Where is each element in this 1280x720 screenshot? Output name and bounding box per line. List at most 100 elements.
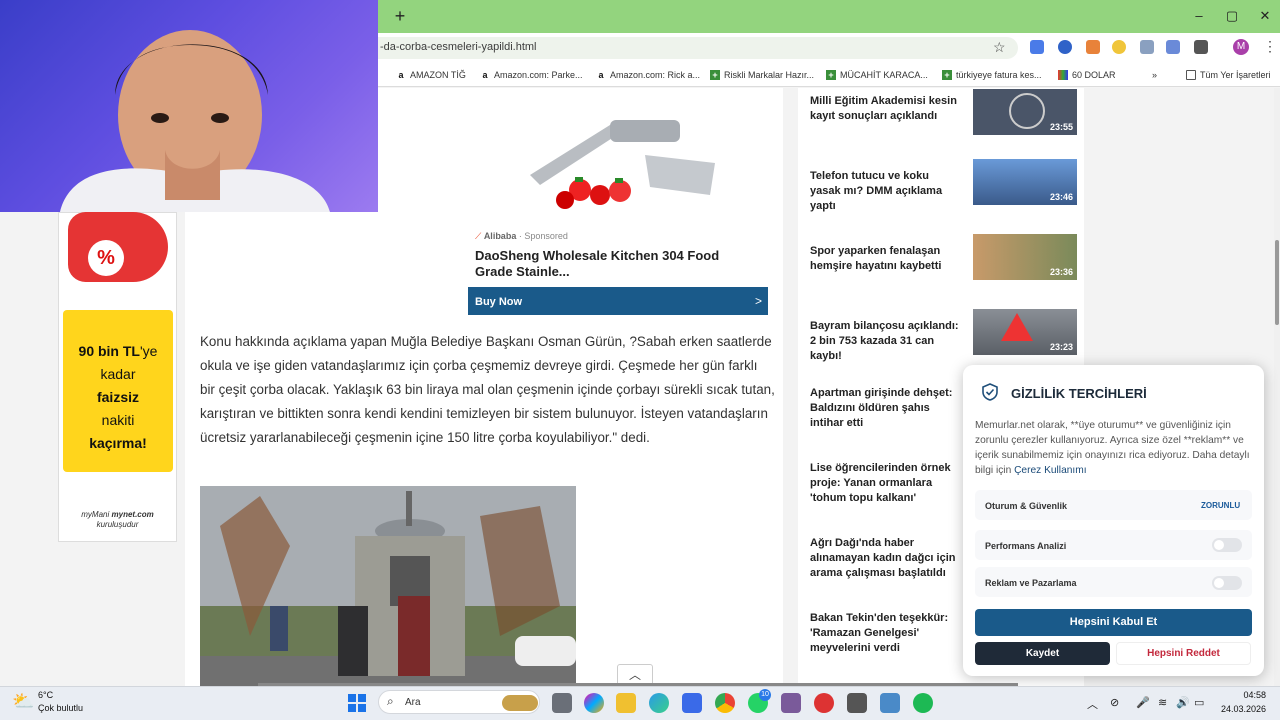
green-cross-icon: + bbox=[710, 70, 720, 80]
windows-start-icon[interactable] bbox=[348, 694, 366, 712]
shield-extension-icon[interactable] bbox=[1140, 40, 1154, 54]
bookmark-item[interactable]: a AMAZON TİĞ bbox=[396, 68, 465, 82]
url-text[interactable]: -da-corba-cesmeleri-yapildi.html bbox=[380, 41, 537, 53]
weather-temperature[interactable]: 6°C bbox=[38, 690, 53, 700]
article-photo[interactable] bbox=[200, 486, 576, 686]
clock-date[interactable]: 24.03.2026 bbox=[1210, 704, 1266, 714]
weather-condition[interactable]: Çok bulutlu bbox=[38, 703, 83, 713]
reject-all-button[interactable]: Hepsini Reddet bbox=[1116, 642, 1251, 665]
colorful-icon bbox=[1058, 70, 1068, 80]
cookie-category-label: Oturum & Güvenlik bbox=[985, 501, 1068, 511]
battery-icon[interactable]: ▭ bbox=[1194, 696, 1204, 709]
bookmark-item[interactable]: a Amazon.com: Rick a... bbox=[596, 68, 700, 82]
microphone-icon[interactable]: 🎤 bbox=[1136, 696, 1150, 709]
new-tab-button[interactable]: + bbox=[390, 6, 410, 26]
buy-now-button[interactable]: Buy Now bbox=[468, 287, 768, 315]
extensions-puzzle-icon[interactable] bbox=[1194, 40, 1208, 54]
news-thumbnail[interactable]: 23:46 bbox=[973, 159, 1077, 205]
extension-icon[interactable] bbox=[1086, 40, 1100, 54]
ad-title[interactable]: DaoSheng Wholesale Kitchen 304 Food Grad… bbox=[475, 248, 760, 280]
profile-avatar[interactable]: M bbox=[1233, 39, 1249, 55]
calculator-icon[interactable] bbox=[880, 693, 900, 713]
search-highlight-icon bbox=[502, 695, 538, 711]
extension-icon[interactable] bbox=[1166, 40, 1180, 54]
show-hidden-icons-chevron-icon[interactable]: ︿ bbox=[1087, 696, 1098, 712]
webcam-overlay bbox=[0, 0, 378, 212]
news-item-title[interactable]: Bakan Tekin'den teşekkür: 'Ramazan Genel… bbox=[810, 611, 962, 656]
ad-source: ⟋ Alibaba · Sponsored bbox=[475, 231, 568, 241]
dialog-description: Memurlar.net olarak, **üye oturumu** ve … bbox=[975, 420, 1250, 476]
news-item-title[interactable]: Ağrı Dağı'nda haber alınamayan kadın dağ… bbox=[810, 536, 962, 581]
ad-footer: myMani mynet.com kuruluşudur bbox=[81, 510, 154, 529]
volume-icon[interactable]: 🔊 bbox=[1176, 696, 1190, 709]
alibaba-logo-icon: ⟋ bbox=[475, 231, 484, 241]
edge-icon[interactable] bbox=[649, 693, 669, 713]
bookmark-item[interactable]: 60 DOLAR bbox=[1058, 68, 1116, 82]
article-paragraph: Konu hakkında açıklama yapan Muğla Beled… bbox=[200, 334, 775, 445]
news-thumbnail[interactable]: 23:36 bbox=[973, 234, 1077, 280]
copilot-icon[interactable] bbox=[584, 693, 604, 713]
spotify-icon[interactable] bbox=[913, 693, 933, 713]
extension-icon[interactable] bbox=[1030, 40, 1044, 54]
fountain-photo-graphic bbox=[200, 486, 576, 686]
news-item-title[interactable]: Telefon tutucu ve koku yasak mı? DMM açı… bbox=[810, 169, 962, 214]
menu-kebab-icon[interactable]: ⋮ bbox=[1263, 38, 1277, 55]
cookie-policy-link[interactable]: Çerez Kullanımı bbox=[1014, 465, 1086, 476]
chrome-icon[interactable] bbox=[715, 693, 735, 713]
news-item-title[interactable]: Bayram bilançosu açıklandı: 2 bin 753 ka… bbox=[810, 319, 962, 364]
extension-icon[interactable] bbox=[1112, 40, 1126, 54]
required-badge: ZORUNLU bbox=[1201, 501, 1241, 510]
app-icon[interactable] bbox=[781, 693, 801, 713]
amazon-icon: a bbox=[398, 70, 404, 80]
app-tray-icon[interactable]: ⊘ bbox=[1110, 696, 1119, 709]
news-thumbnail[interactable]: 23:23 bbox=[973, 309, 1077, 355]
close-window-button[interactable]: ✕ bbox=[1250, 6, 1280, 26]
bookmark-star-icon[interactable]: ☆ bbox=[993, 39, 1006, 56]
task-view-icon[interactable] bbox=[552, 693, 572, 713]
accept-all-button[interactable]: Hepsini Kabul Et bbox=[975, 609, 1252, 636]
file-explorer-icon[interactable] bbox=[616, 693, 636, 713]
dialog-title: GİZLİLİK TERCİHLERİ bbox=[1011, 386, 1147, 401]
app-icon[interactable] bbox=[847, 693, 867, 713]
amazon-icon: a bbox=[598, 70, 604, 80]
extension-icon[interactable] bbox=[1058, 40, 1072, 54]
news-thumbnail[interactable]: 23:55 bbox=[973, 89, 1077, 135]
news-item-title[interactable]: Apartman girişinde dehşet: Baldızını öld… bbox=[810, 386, 962, 431]
news-item-title[interactable]: Milli Eğitim Akademisi kesin kayıt sonuç… bbox=[810, 94, 962, 124]
search-icon: ⌕ bbox=[387, 694, 394, 708]
page-scrollbar[interactable] bbox=[1274, 88, 1280, 686]
scrollbar-thumb[interactable] bbox=[1275, 240, 1279, 325]
performance-toggle[interactable] bbox=[1212, 538, 1242, 552]
amazon-icon: a bbox=[482, 70, 488, 80]
bookmark-item[interactable]: + Riskli Markalar Hazır... bbox=[710, 68, 814, 82]
folder-icon bbox=[1186, 70, 1196, 80]
search-placeholder[interactable]: Ara bbox=[405, 697, 421, 708]
green-cross-icon: + bbox=[942, 70, 952, 80]
green-cross-icon: + bbox=[826, 70, 836, 80]
bookmark-item[interactable]: a Amazon.com: Parke... bbox=[480, 68, 582, 82]
advertising-toggle[interactable] bbox=[1212, 576, 1242, 590]
ad-yellow-panel[interactable]: 90 bin TL'ye kadar faizsiz nakiti kaçırm… bbox=[63, 310, 173, 472]
bookmark-item[interactable]: + türkiyeye fatura kes... bbox=[942, 68, 1042, 82]
store-icon[interactable] bbox=[682, 693, 702, 713]
save-button[interactable]: Kaydet bbox=[975, 642, 1110, 665]
news-item-title[interactable]: Lise öğrencilerinden örnek proje: Yanan … bbox=[810, 461, 962, 506]
news-item-title[interactable]: Spor yaparken fenalaşan hemşire hayatını… bbox=[810, 244, 962, 274]
tab-bar bbox=[378, 0, 1280, 33]
clock-time[interactable]: 04:58 bbox=[1216, 690, 1266, 700]
bookmark-item[interactable]: + MÜCAHİT KARACA... bbox=[826, 68, 928, 82]
juicer-product-image bbox=[530, 120, 715, 209]
all-bookmarks-folder[interactable]: Tüm Yer İşaretleri bbox=[1186, 68, 1271, 82]
bookmarks-overflow-button[interactable]: » bbox=[1152, 68, 1157, 82]
maximize-button[interactable]: ▢ bbox=[1217, 6, 1247, 26]
weather-cloud-sun-icon[interactable]: ⛅ bbox=[12, 691, 34, 712]
buy-now-arrow-icon: > bbox=[755, 294, 763, 308]
person-silhouette bbox=[60, 30, 330, 212]
wifi-icon[interactable]: ≋ bbox=[1158, 696, 1167, 709]
shield-check-icon bbox=[981, 383, 999, 401]
minimize-button[interactable]: – bbox=[1184, 6, 1214, 26]
app-icon[interactable] bbox=[814, 693, 834, 713]
notification-badge: 10 bbox=[759, 689, 771, 701]
percent-badge: % bbox=[88, 240, 124, 276]
ad-amount: 90 bin TL bbox=[78, 343, 140, 359]
